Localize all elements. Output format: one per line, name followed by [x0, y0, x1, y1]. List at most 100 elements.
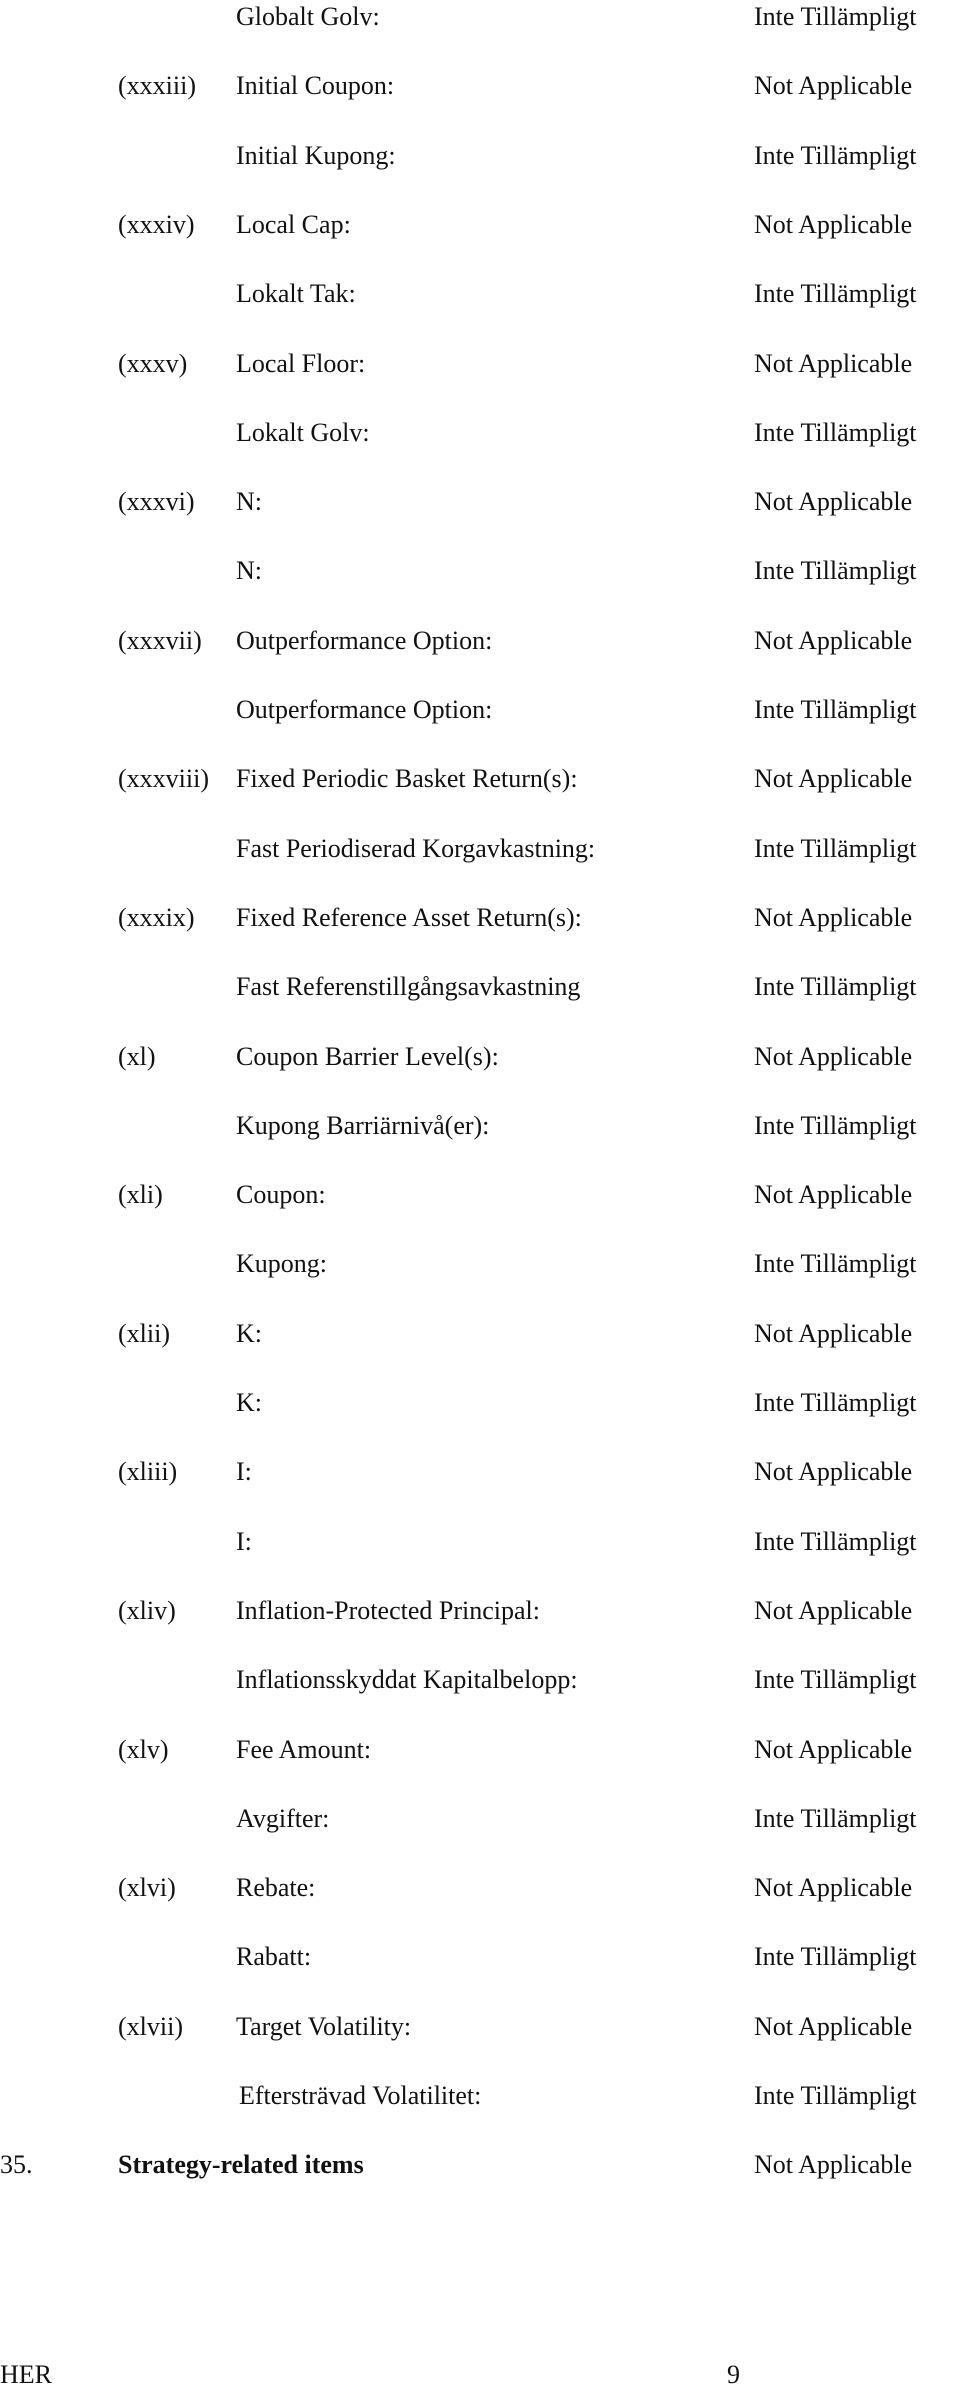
term-value: Not Applicable	[754, 764, 913, 794]
term-label: Fixed Reference Asset Return(s):	[236, 902, 582, 932]
term-label: Rebate:	[236, 1873, 316, 1903]
term-label: Fast Periodiserad Korgavkastning:	[236, 833, 596, 863]
term-row: (xxxv) Local Floor: Not Applicable	[0, 347, 960, 381]
term-label: K:	[236, 1318, 262, 1348]
term-value: Not Applicable	[754, 1734, 913, 1764]
term-value: Not Applicable	[754, 1318, 913, 1348]
section-heading-row: 35. Strategy-related items Not Applicabl…	[0, 2148, 960, 2182]
term-row: (xxxvii) Outperformance Option: Not Applic…	[0, 624, 960, 658]
term-label: Initial Coupon:	[236, 71, 395, 101]
term-row: Lokalt Golv: Inte Tillämpligt	[0, 416, 960, 450]
term-row: (xxxiii) Initial Coupon: Not Applicable	[0, 69, 960, 103]
term-row: Avgifter: Inte Tillämpligt	[0, 1802, 960, 1836]
term-row: (xlvii) Target Volatility: Not Applicable	[0, 2010, 960, 2044]
term-value: Inte Tillämpligt	[754, 417, 917, 447]
item-number: (xxxix)	[118, 902, 195, 932]
item-number: (xlii)	[118, 1318, 170, 1348]
term-value: Inte Tillämpligt	[754, 1942, 917, 1972]
term-label: Rabatt:	[236, 1942, 312, 1972]
term-row: Outperformance Option: Inte Tillämpligt	[0, 693, 960, 727]
term-value: Not Applicable	[754, 1041, 913, 1071]
item-number: (xli)	[118, 1180, 163, 1210]
term-value: Inte Tillämpligt	[754, 2, 917, 31]
term-value: Not Applicable	[754, 1457, 913, 1487]
term-row: K: Inte Tillämpligt	[0, 1386, 960, 1420]
term-row: Fast Referenstillgångsavkastning Inte Til…	[0, 970, 960, 1004]
term-row: Lokalt Tak: Inte Tillämpligt	[0, 277, 960, 311]
item-number: (xliii)	[118, 1457, 178, 1487]
term-value: Inte Tillämpligt	[754, 2081, 917, 2110]
item-number: (xlvi)	[118, 1873, 176, 1903]
term-value: Not Applicable	[754, 1180, 913, 1210]
item-number: (xxxvii)	[118, 625, 202, 655]
footer-document-code: HER	[0, 2360, 52, 2389]
term-value: Not Applicable	[754, 348, 913, 378]
term-label: Lokalt Tak:	[236, 279, 356, 309]
item-number: (xxxvi)	[118, 487, 195, 517]
term-label: Target Volatility:	[236, 2011, 412, 2041]
term-value: Inte Tillämpligt	[754, 695, 917, 724]
term-label: Outperformance Option:	[236, 695, 493, 724]
item-number: (xlv)	[118, 1734, 169, 1764]
term-label: Eftersträvad Volatilitet:	[239, 2081, 482, 2110]
page-number: 9	[727, 2360, 740, 2389]
term-label: Local Cap:	[236, 209, 351, 239]
term-row: Kupong: Inte Tillämpligt	[0, 1247, 960, 1281]
term-value: Inte Tillämpligt	[754, 1665, 917, 1695]
term-label: Inflation-Protected Principal:	[236, 1595, 540, 1625]
term-label: Lokalt Golv:	[236, 417, 370, 447]
item-number: (xxxiii)	[118, 71, 196, 101]
term-value: Inte Tillämpligt	[754, 556, 917, 586]
term-row: (xliii) I: Not Applicable	[0, 1455, 960, 1489]
item-number: (xlvii)	[118, 2011, 183, 2041]
term-value: Inte Tillämpligt	[754, 279, 917, 309]
term-row: (xli) Coupon: Not Applicable	[0, 1178, 960, 1212]
term-row: Globalt Golv: Inte Tillämpligt	[0, 0, 960, 34]
term-row: (xxxvi) N: Not Applicable	[0, 485, 960, 519]
item-number: (xxxiv)	[118, 209, 195, 239]
term-value: Inte Tillämpligt	[754, 1388, 917, 1417]
term-row: Kupong Barriärnivå(er): Inte Tillämpligt	[0, 1109, 960, 1143]
term-value: Not Applicable	[754, 209, 913, 239]
term-row: (xliv) Inflation-Protected Principal: Not …	[0, 1594, 960, 1628]
item-number: (xl)	[118, 1041, 156, 1071]
term-row: (xlv) Fee Amount: Not Applicable	[0, 1733, 960, 1767]
term-value: Inte Tillämpligt	[754, 1803, 917, 1833]
term-label: Fee Amount:	[236, 1734, 372, 1764]
term-value: Not Applicable	[754, 625, 913, 655]
term-label: Fixed Periodic Basket Return(s):	[236, 764, 578, 794]
term-row: N: Inte Tillämpligt	[0, 554, 960, 588]
term-row: (xl) Coupon Barrier Level(s): Not Applicab…	[0, 1040, 960, 1074]
term-label: I:	[236, 1457, 252, 1487]
term-value: Inte Tillämpligt	[754, 1110, 917, 1140]
term-value: Not Applicable	[754, 1873, 913, 1903]
item-number: (xliv)	[118, 1595, 176, 1625]
term-value: Not Applicable	[754, 487, 913, 517]
term-label: Globalt Golv:	[236, 2, 380, 31]
term-row: Fast Periodiserad Korgavkastning: Inte Ti…	[0, 832, 960, 866]
term-value: Not Applicable	[754, 2011, 913, 2041]
term-label: Initial Kupong:	[236, 140, 396, 170]
section-number: 35.	[0, 2150, 33, 2180]
term-label: K:	[236, 1388, 262, 1417]
term-row: I: Inte Tillämpligt	[0, 1525, 960, 1559]
section-value: Not Applicable	[754, 2150, 913, 2180]
term-label: N:	[236, 556, 262, 586]
term-label: Inflationsskyddat Kapitalbelopp:	[236, 1665, 578, 1695]
term-label: Avgifter:	[236, 1803, 330, 1833]
term-row: (xlii) K: Not Applicable	[0, 1317, 960, 1351]
term-value: Not Applicable	[754, 1595, 913, 1625]
item-number: (xxxv)	[118, 348, 188, 378]
page-footer: HER 9	[0, 2358, 960, 2392]
term-value: Not Applicable	[754, 902, 913, 932]
term-row: Initial Kupong: Inte Tillämpligt	[0, 139, 960, 173]
term-row: (xlvi) Rebate: Not Applicable	[0, 1871, 960, 1905]
term-row: (xxxiv) Local Cap: Not Applicable	[0, 208, 960, 242]
term-row: Inflationsskyddat Kapitalbelopp: Inte Til…	[0, 1663, 960, 1697]
term-value: Inte Tillämpligt	[754, 1526, 917, 1556]
term-label: I:	[236, 1526, 252, 1556]
term-value: Inte Tillämpligt	[754, 972, 917, 1002]
item-number: (xxxviii)	[118, 764, 209, 794]
term-label: Outperformance Option:	[236, 625, 493, 655]
term-label: N:	[236, 487, 262, 517]
